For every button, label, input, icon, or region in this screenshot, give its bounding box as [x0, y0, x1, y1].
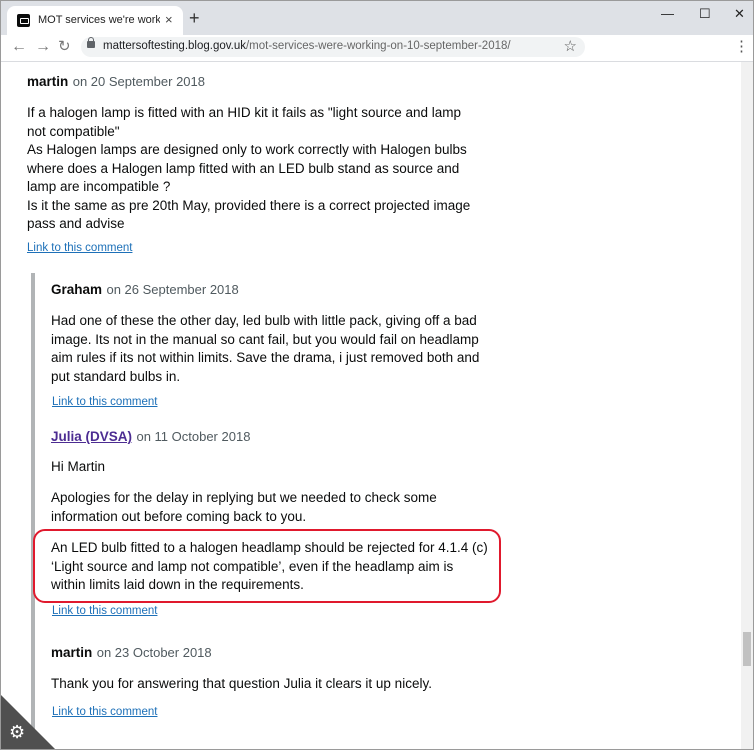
comment-body: Had one of these the other day, led bulb… [51, 313, 480, 384]
new-tab-icon[interactable]: + [189, 9, 200, 27]
lock-icon [87, 37, 95, 48]
link-to-comment[interactable]: Link to this comment [52, 605, 157, 617]
gear-icon[interactable]: ⚙ [9, 723, 25, 741]
comment: martin on 23 October 2018 [51, 644, 491, 662]
comment-greeting: Hi Martin [51, 459, 106, 474]
address-bar[interactable]: mattersoftesting.blog.gov.uk/mot-service… [81, 37, 585, 57]
comment: Julia (DVSA) on 11 October 2018 [51, 428, 491, 446]
bookmark-star-icon[interactable]: ☆ [564, 37, 577, 57]
comment-body: Thank you for answering that question Ju… [51, 676, 432, 691]
link-to-comment[interactable]: Link to this comment [27, 242, 132, 254]
browser-menu-icon[interactable]: ⋮ [734, 39, 749, 55]
comment: Graham on 26 September 2018 [51, 281, 491, 299]
tab-close-icon[interactable]: × [165, 13, 173, 27]
reply-thread-rule [31, 273, 35, 749]
url-text: mattersoftesting.blog.gov.uk/mot-service… [103, 40, 511, 52]
scrollbar-thumb[interactable] [743, 632, 751, 666]
page-content: martin on 20 September 2018 If a halogen… [1, 62, 741, 749]
comment-author-staff[interactable]: Julia (DVSA) [51, 429, 132, 444]
comment-author: martin [27, 74, 69, 89]
comment-date: on 11 October 2018 [136, 429, 251, 444]
tab-title: MOT services we're working on [38, 14, 160, 26]
tab-strip: MOT services we're working on × + — ☐ ✕ [1, 1, 753, 35]
comment-author: Graham [51, 282, 103, 297]
comment: martin on 20 September 2018 [27, 73, 487, 91]
browser-window: MOT services we're working on × + — ☐ ✕ … [0, 0, 754, 750]
forward-arrow-icon[interactable]: → [35, 38, 51, 56]
link-to-comment[interactable]: Link to this comment [52, 706, 157, 718]
comment-date: on 23 October 2018 [96, 645, 212, 660]
comment-date: on 26 September 2018 [106, 282, 239, 297]
back-arrow-icon[interactable]: ← [11, 38, 27, 56]
window-close-icon[interactable]: ✕ [734, 7, 745, 21]
vertical-scrollbar[interactable] [741, 62, 753, 749]
link-to-comment[interactable]: Link to this comment [52, 396, 157, 408]
highlight-annotation-box [33, 529, 501, 603]
comment-body: If a halogen lamp is fitted with an HID … [27, 105, 471, 231]
reload-icon[interactable]: ↻ [58, 38, 71, 56]
gov-crown-favicon-icon [17, 14, 30, 27]
minimize-icon[interactable]: — [661, 7, 674, 21]
comment-body: Apologies for the delay in replying but … [51, 490, 437, 524]
browser-toolbar: ← → ↻ mattersoftesting.blog.gov.uk/mot-s… [1, 35, 753, 62]
comment-date: on 20 September 2018 [72, 74, 205, 89]
browser-tab[interactable]: MOT services we're working on × [7, 6, 183, 35]
comment-author: martin [51, 645, 93, 660]
maximize-icon[interactable]: ☐ [699, 7, 711, 21]
